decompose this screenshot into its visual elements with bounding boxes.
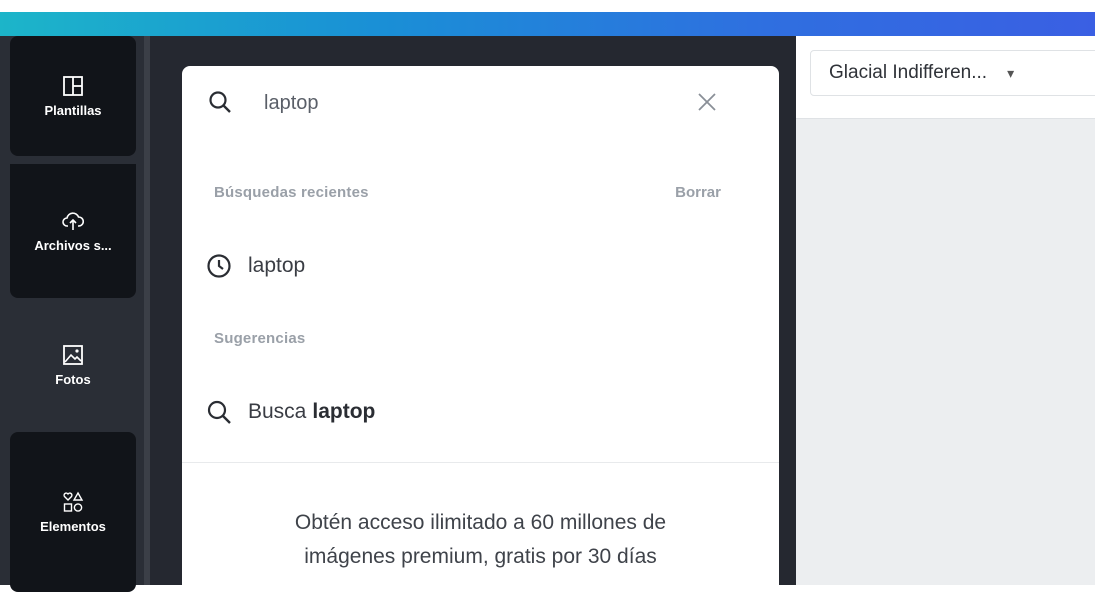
search-icon [207,400,231,424]
sidebar-item-photos[interactable]: Fotos [10,304,136,426]
sidebar-item-label: Archivos s... [34,237,112,253]
clock-icon [207,254,231,278]
shapes-icon [63,491,84,512]
upload-cloud-icon [62,211,84,230]
promo-line-2: imágenes premium, gratis por 30 días [304,545,657,568]
templates-icon [63,75,83,96]
recent-search-label: laptop [248,254,306,277]
search-dropdown: Búsquedas recientes Borrar laptop Sugere… [182,66,779,585]
chevron-down-icon: ▾ [1007,64,1015,81]
recent-search-item[interactable]: laptop [206,242,746,290]
search-input[interactable] [262,86,686,120]
sidebar-item-elements[interactable]: Elementos [10,432,136,592]
photo-icon [63,344,83,365]
suggestion-item[interactable]: Busca laptop [206,388,746,436]
sidebar-item-label: Fotos [55,371,91,387]
suggestion-term: laptop [312,400,376,423]
font-name: Glacial Indifferen... [829,62,988,83]
premium-promo: Obtén acceso ilimitado a 60 millones de … [182,506,779,574]
left-sidebar: Plantillas Archivos s... Fotos Elementos [0,36,148,592]
suggestions-heading: Sugerencias [214,330,306,347]
window-top-strip [0,0,1095,12]
sidebar-item-uploads[interactable]: Archivos s... [10,164,136,298]
recent-searches-heading: Búsquedas recientes [214,184,369,201]
sidebar-item-templates[interactable]: Plantillas [10,36,136,156]
sidebar-item-label: Elementos [40,518,106,534]
search-icon [209,91,231,113]
clear-recent-button[interactable]: Borrar [675,184,721,201]
font-family-dropdown[interactable]: Glacial Indifferen... ▾ [810,50,1095,96]
suggestion-prefix: Busca [248,400,307,423]
close-icon[interactable] [695,90,719,114]
search-bar [182,66,779,140]
promo-line-1: Obtén acceso ilimitado a 60 millones de [294,511,667,534]
divider [182,462,779,463]
editor-toolbar: Glacial Indifferen... ▾ [796,36,1095,119]
sidebar-item-label: Plantillas [44,102,102,118]
top-header-bar [0,0,1095,36]
